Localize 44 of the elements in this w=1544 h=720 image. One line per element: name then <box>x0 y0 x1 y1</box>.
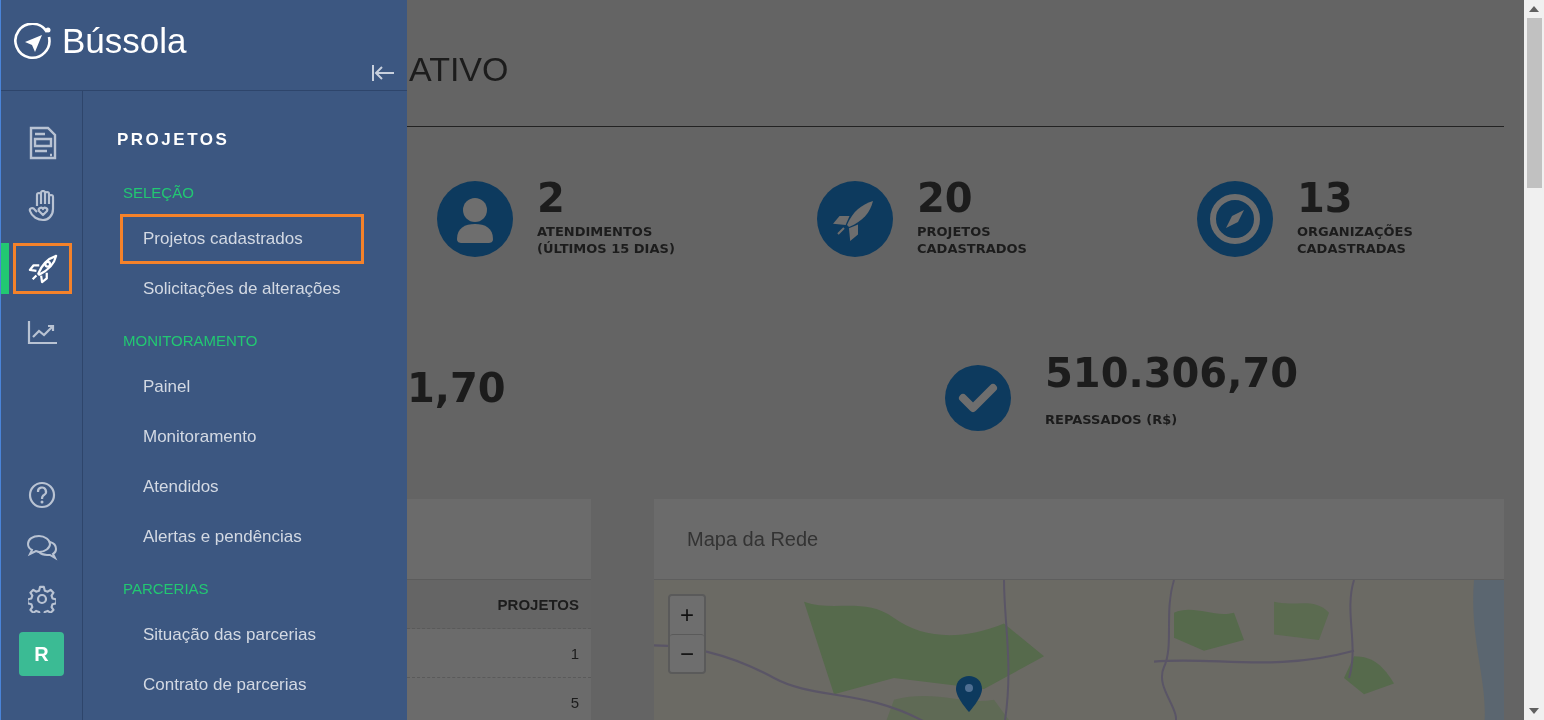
section-heading: PARCERIAS <box>123 580 209 598</box>
stat-value: 13 <box>1297 175 1354 221</box>
rocket-icon <box>27 253 58 284</box>
menu-item[interactable]: Painel <box>120 362 214 412</box>
table-cell: 5 <box>570 693 579 711</box>
section-heading: MONITORAMENTO <box>123 332 258 350</box>
stat-label: ORGANIZAÇÕES CADASTRADAS <box>1297 223 1414 257</box>
check-icon <box>945 365 1011 431</box>
page-title: ATIVO <box>409 50 510 89</box>
menu-item[interactable]: Monitoramento <box>120 412 280 462</box>
chat-icon <box>25 533 58 561</box>
menu-item[interactable]: Projetos cadastrados <box>120 214 364 264</box>
map-title: Mapa da Rede <box>687 527 819 551</box>
compass-icon <box>1197 181 1273 257</box>
scroll-down-icon[interactable] <box>1529 708 1539 714</box>
collapse-sidebar-button[interactable] <box>371 64 395 82</box>
person-icon <box>437 181 513 257</box>
brand-name: Bússola <box>62 21 187 61</box>
rocket-icon <box>817 181 893 257</box>
stat-label: ATENDIMENTOS (ÚLTIMOS 15 DIAS) <box>537 223 676 257</box>
menu-item[interactable]: Atendidos <box>120 462 242 512</box>
trend-chart-icon <box>26 318 59 345</box>
rocket-nav-button[interactable] <box>13 243 72 294</box>
settings-icon <box>27 585 56 613</box>
menu-item[interactable]: Contrato de parcerias <box>120 660 330 710</box>
help-icon <box>27 481 56 509</box>
section-heading: SELEÇÃO <box>123 184 194 202</box>
stat-value: 2 <box>537 175 566 221</box>
stat-label: PROJETOS CADASTRADOS <box>917 223 1028 257</box>
menu-title: PROJETOS <box>117 130 230 150</box>
total-value: 1,70 <box>407 365 506 411</box>
menu-item[interactable]: Solicitações de alterações <box>120 264 364 314</box>
scroll-up-icon[interactable] <box>1529 6 1539 12</box>
menu-item[interactable]: Alertas e pendências <box>120 512 325 562</box>
document-icon <box>28 125 57 160</box>
total-label: REPASSADOS (R$) <box>1045 411 1179 427</box>
scrollbar[interactable] <box>1524 0 1544 720</box>
scroll-thumb[interactable] <box>1526 18 1542 188</box>
column-header: PROJETOS <box>497 595 579 613</box>
stat-value: 20 <box>917 175 974 221</box>
total-value: 510.306,70 <box>1045 349 1299 396</box>
menu-item[interactable]: Situação das parcerias <box>120 610 339 660</box>
table-cell: 1 <box>570 644 579 662</box>
map-pin-icon <box>956 676 982 712</box>
